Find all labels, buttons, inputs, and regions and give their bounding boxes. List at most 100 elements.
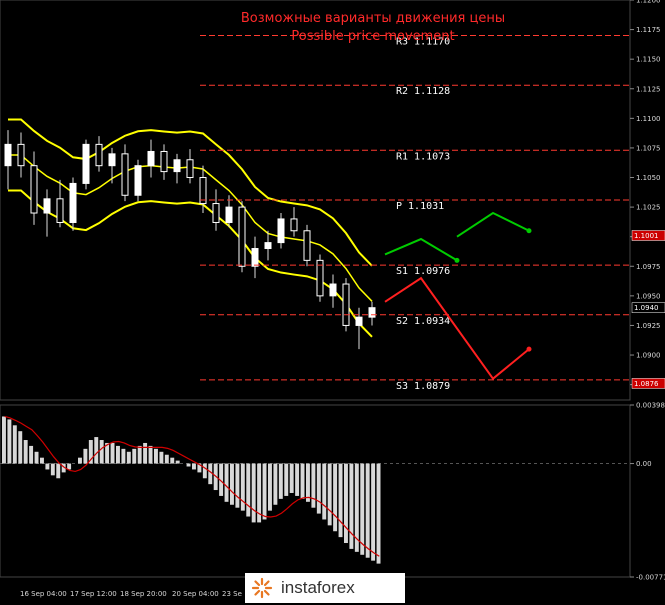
macd-bar	[251, 463, 256, 523]
forecast-path-green	[384, 237, 458, 262]
macd-bar	[268, 463, 272, 511]
y-tick-label: 1.1025	[636, 204, 661, 212]
macd-bar	[192, 463, 196, 470]
pivot-label-r1: R1 1.1073	[396, 151, 450, 162]
macd-bar	[56, 463, 61, 479]
watermark-logo: instaforex	[245, 573, 405, 603]
macd-bar	[316, 463, 321, 514]
candle	[108, 153, 116, 167]
macd-bar	[246, 463, 251, 517]
x-tick-label: 23 Se	[222, 590, 242, 598]
y-tick-label: 1.0950	[636, 292, 661, 300]
macd-bar	[170, 457, 175, 464]
macd-bar	[322, 463, 327, 520]
candle	[30, 165, 38, 214]
candle	[251, 248, 259, 267]
macd-bar	[289, 463, 294, 493]
macd-bar	[273, 463, 278, 505]
macd-bar	[116, 445, 120, 464]
macd-bar	[224, 463, 229, 502]
candle	[316, 259, 324, 297]
macd-bar	[365, 463, 370, 558]
macd-bar	[230, 463, 234, 505]
macd-bar	[23, 440, 28, 464]
y-tick-label: 1.1125	[636, 85, 661, 93]
macd-bar	[137, 445, 142, 464]
macd-bar	[284, 463, 289, 496]
macd-bar	[50, 463, 55, 476]
macd-bar	[126, 451, 131, 464]
candle	[303, 230, 311, 261]
macd-bar	[164, 454, 169, 464]
candle	[82, 143, 90, 184]
chart-title-ru: Возможные варианты движения цены	[241, 11, 505, 26]
candle	[355, 316, 363, 326]
candle	[56, 198, 64, 223]
macd-bar	[349, 463, 354, 549]
candle	[4, 143, 12, 167]
watermark-text: instaforex	[281, 578, 355, 597]
macd-bar	[235, 463, 240, 508]
y-tick-label: 1.1050	[636, 174, 661, 182]
macd-bar	[132, 448, 137, 464]
macd-bar	[40, 457, 44, 464]
x-tick-label: 18 Sep 20:00	[120, 590, 167, 598]
macd-bar	[327, 463, 332, 526]
candle	[121, 153, 129, 196]
x-tick-label: 20 Sep 04:00	[172, 590, 219, 598]
candle	[212, 203, 220, 223]
pivot-label-s2: S2 1.0934	[396, 316, 450, 327]
macd-bar	[175, 460, 180, 464]
candle	[43, 198, 51, 214]
macd-bar	[295, 463, 300, 496]
macd-bar	[278, 463, 283, 499]
forecast-path-red	[384, 276, 530, 381]
forecast-path-green	[456, 211, 530, 238]
y-tick-label: 1.0975	[636, 263, 661, 271]
candle	[173, 159, 181, 173]
macd-bar	[45, 463, 50, 470]
candle	[95, 143, 103, 167]
pivot-label-r2: R2 1.1128	[396, 86, 450, 97]
macd-y-tick-label: -0.00771	[636, 574, 665, 582]
macd-bar	[2, 416, 6, 464]
y-tick-label: 1.1075	[636, 144, 661, 152]
price-chart: 1.1200 1.1175 1.1150 1.1125 1.1100 1.1075 1.10…	[0, 0, 665, 598]
y-tick-label: 1.1175	[636, 26, 661, 34]
pivot-label-s1: S1 1.0976	[396, 266, 450, 277]
candle	[69, 182, 77, 223]
y-tick-label: 1.1200	[636, 0, 661, 5]
macd-bar	[262, 463, 267, 520]
y-tick-label: 1.1100	[636, 115, 661, 123]
macd-bar	[83, 448, 88, 464]
candle	[238, 206, 246, 267]
macd-bar	[371, 463, 376, 561]
macd-bar	[344, 463, 348, 544]
y-tick-label: 1.0925	[636, 322, 661, 330]
candle	[329, 283, 337, 297]
price-badge-label: 1.1001	[634, 232, 659, 240]
macd-bar	[338, 463, 343, 538]
macd-bar	[7, 419, 12, 464]
macd-bar	[376, 463, 381, 564]
x-tick-label: 16 Sep 04:00	[20, 590, 67, 598]
macd-bar	[360, 463, 365, 555]
macd-bar	[12, 425, 17, 464]
chart-title-en: Possible price movement	[291, 29, 454, 44]
macd-bar	[94, 437, 99, 464]
candle	[264, 242, 272, 250]
macd-bar	[300, 463, 305, 499]
macd-bar	[110, 442, 115, 464]
macd-bar	[159, 451, 164, 464]
macd-bar	[240, 463, 245, 511]
macd-bar	[154, 448, 158, 464]
pivot-label-s3: S3 1.0879	[396, 381, 450, 392]
chart-root: 1.1200 1.1175 1.1150 1.1125 1.1100 1.1075 1.10…	[0, 0, 665, 605]
macd-bar	[208, 463, 213, 485]
candle	[342, 283, 350, 326]
pivot-label-p: P 1.1031	[396, 201, 444, 212]
macd-bar	[311, 463, 316, 508]
macd-bar	[143, 442, 148, 464]
macd-bar	[29, 445, 34, 464]
macd-y-tick-label: 0.00	[636, 460, 652, 468]
